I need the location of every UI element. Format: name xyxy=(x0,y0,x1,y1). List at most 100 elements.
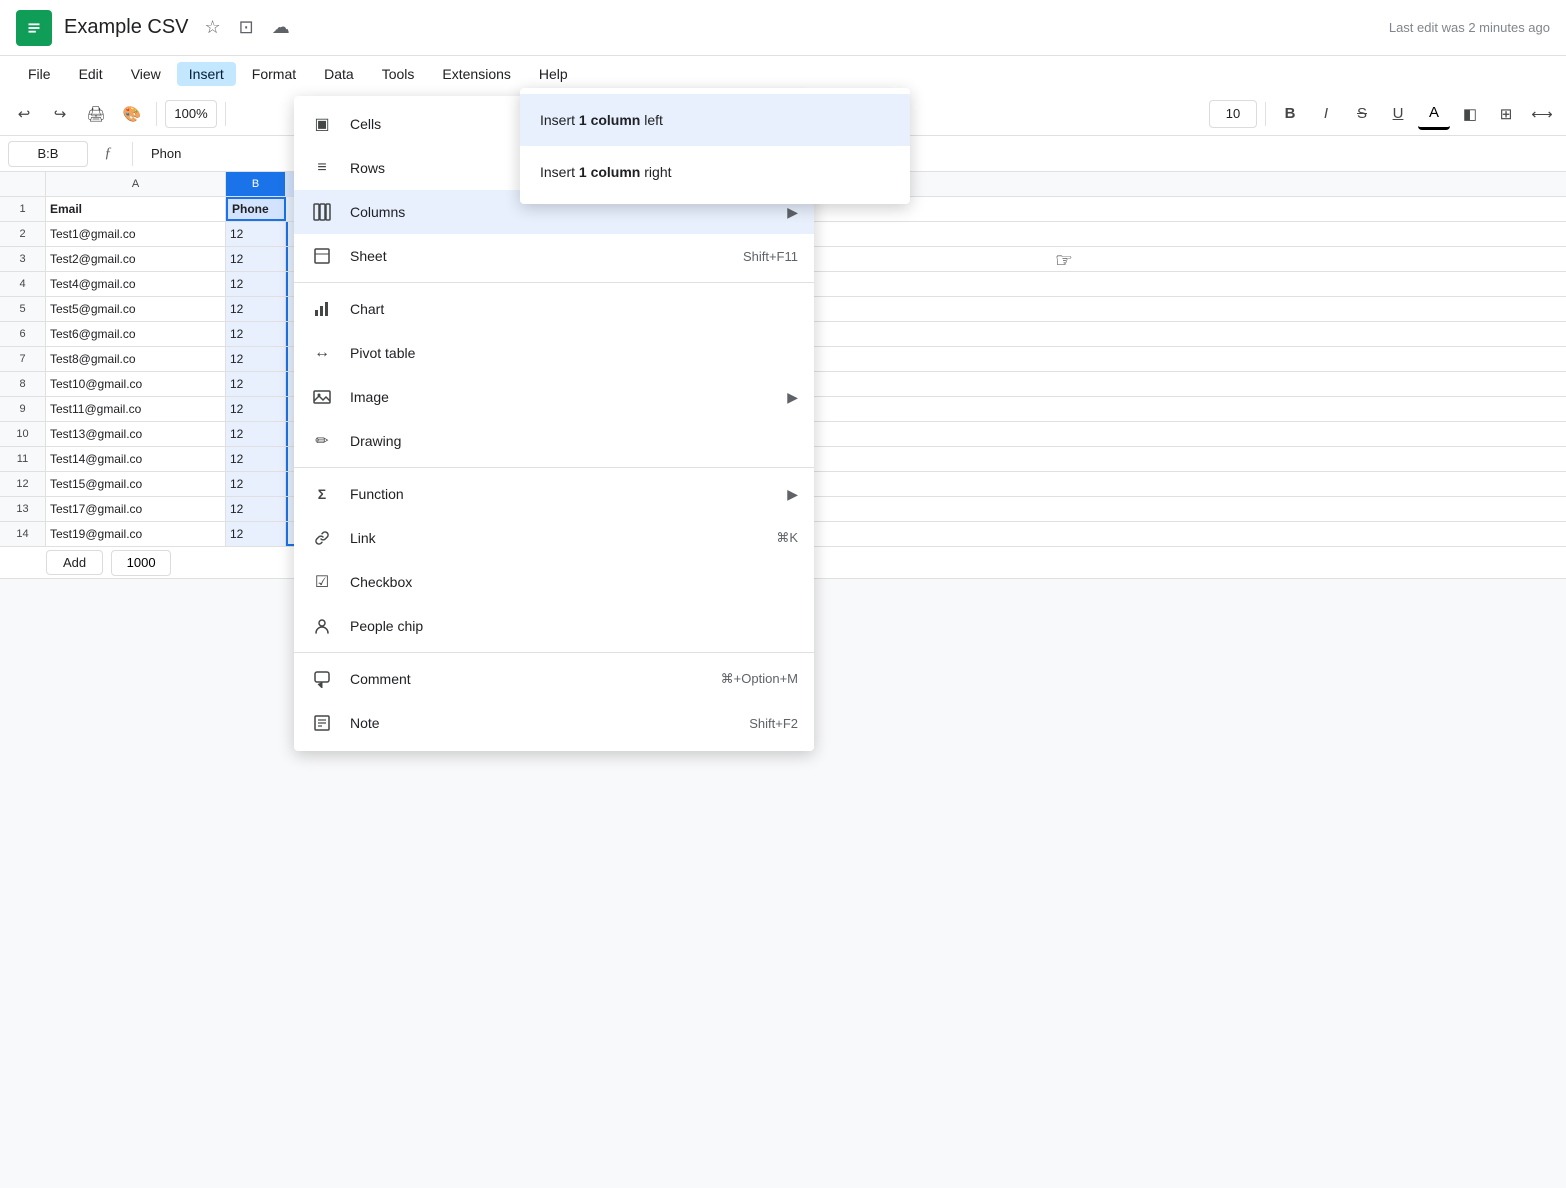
cell-a12[interactable]: Test15@gmail.co xyxy=(46,472,226,496)
function-arrow: ▶ xyxy=(787,486,798,503)
menu-file[interactable]: File xyxy=(16,62,63,86)
formula-function-icon[interactable]: ƒ xyxy=(94,140,122,168)
row-header-4[interactable]: 4 xyxy=(0,272,45,297)
menu-item-drawing[interactable]: ✏ Drawing xyxy=(294,419,814,463)
cell-a14[interactable]: Test19@gmail.co xyxy=(46,522,226,546)
row-header-6[interactable]: 6 xyxy=(0,322,45,347)
underline-button[interactable]: U xyxy=(1382,98,1414,130)
menu-insert[interactable]: Insert xyxy=(177,62,236,86)
cell-a2[interactable]: Test1@gmail.co xyxy=(46,222,226,246)
row-header-9[interactable]: 9 xyxy=(0,397,45,422)
cell-b8[interactable]: 12 xyxy=(226,372,286,396)
checkbox-label: Checkbox xyxy=(350,574,798,590)
row-header-10[interactable]: 10 xyxy=(0,422,45,447)
cell-b12[interactable]: 12 xyxy=(226,472,286,496)
columns-label: Columns xyxy=(350,204,787,220)
row-header-14[interactable]: 14 xyxy=(0,522,45,547)
fill-color-button[interactable]: ◧ xyxy=(1454,98,1486,130)
cells-icon: ▣ xyxy=(310,112,334,136)
cell-a9[interactable]: Test11@gmail.co xyxy=(46,397,226,421)
menu-help[interactable]: Help xyxy=(527,62,580,86)
cell-b1[interactable]: Phone xyxy=(226,197,286,221)
divider-3 xyxy=(294,652,814,653)
cell-b4[interactable]: 12 xyxy=(226,272,286,296)
cell-b9[interactable]: 12 xyxy=(226,397,286,421)
cell-a10[interactable]: Test13@gmail.co xyxy=(46,422,226,446)
cell-b14[interactable]: 12 xyxy=(226,522,286,546)
star-icon[interactable]: ☆ xyxy=(201,13,225,42)
submenu-insert-col-right[interactable]: Insert 1 column right xyxy=(520,146,910,198)
italic-button[interactable]: I xyxy=(1310,98,1342,130)
cell-reference-box[interactable]: B:B xyxy=(8,141,88,167)
cell-a8[interactable]: Test10@gmail.co xyxy=(46,372,226,396)
col-header-b[interactable]: B xyxy=(226,172,286,196)
row-header-2[interactable]: 2 xyxy=(0,222,45,247)
link-icon xyxy=(310,526,334,550)
strikethrough-button[interactable]: S xyxy=(1346,98,1378,130)
print-button[interactable]: 🖨 xyxy=(80,98,112,130)
row-header-1[interactable]: 1 xyxy=(0,197,45,222)
menu-item-link[interactable]: Link ⌘K xyxy=(294,516,814,560)
cell-b3[interactable]: 12 xyxy=(226,247,286,271)
cell-b7[interactable]: 12 xyxy=(226,347,286,371)
row-header-11[interactable]: 11 xyxy=(0,447,45,472)
menu-view[interactable]: View xyxy=(119,62,173,86)
menu-item-function[interactable]: Σ Function ▶ xyxy=(294,472,814,516)
add-button[interactable]: Add xyxy=(46,550,103,575)
cell-a13[interactable]: Test17@gmail.co xyxy=(46,497,226,521)
zoom-input[interactable] xyxy=(165,100,217,128)
note-shortcut: Shift+F2 xyxy=(749,716,798,731)
menu-item-note[interactable]: Note Shift+F2 xyxy=(294,701,814,745)
cell-b6[interactable]: 12 xyxy=(226,322,286,346)
menu-edit[interactable]: Edit xyxy=(67,62,115,86)
row-header-7[interactable]: 7 xyxy=(0,347,45,372)
row-header-5[interactable]: 5 xyxy=(0,297,45,322)
menu-item-image[interactable]: Image ▶ xyxy=(294,375,814,419)
submenu-insert-col-left[interactable]: Insert 1 column left xyxy=(520,94,910,146)
redo-button[interactable]: ↪ xyxy=(44,98,76,130)
row-header-13[interactable]: 13 xyxy=(0,497,45,522)
cell-b11[interactable]: 12 xyxy=(226,447,286,471)
menu-tools[interactable]: Tools xyxy=(370,62,427,86)
cell-b2[interactable]: 12 xyxy=(226,222,286,246)
borders-button[interactable]: ⊞ xyxy=(1490,98,1522,130)
text-color-button[interactable]: A xyxy=(1418,98,1450,130)
cell-a7[interactable]: Test8@gmail.co xyxy=(46,347,226,371)
menu-data[interactable]: Data xyxy=(312,62,366,86)
merge-button[interactable]: ⟷ xyxy=(1526,98,1558,130)
row-header-12[interactable]: 12 xyxy=(0,472,45,497)
menu-item-chart[interactable]: Chart xyxy=(294,287,814,331)
menu-item-people[interactable]: People chip xyxy=(294,604,814,648)
undo-button[interactable]: ↩ xyxy=(8,98,40,130)
cell-a1[interactable]: Email xyxy=(46,197,226,221)
menu-item-sheet[interactable]: Sheet Shift+F11 xyxy=(294,234,814,278)
cell-a6[interactable]: Test6@gmail.co xyxy=(46,322,226,346)
toolbar-separator-1 xyxy=(156,102,157,126)
paint-format-button[interactable]: 🎨 xyxy=(116,98,148,130)
note-icon xyxy=(310,711,334,735)
add-count-input[interactable] xyxy=(111,550,171,576)
doc-title: Example CSV xyxy=(64,16,189,39)
menu-bar: File Edit View Insert Format Data Tools … xyxy=(0,56,1566,92)
menu-extensions[interactable]: Extensions xyxy=(430,62,522,86)
menu-format[interactable]: Format xyxy=(240,62,308,86)
cell-b10[interactable]: 12 xyxy=(226,422,286,446)
cell-a11[interactable]: Test14@gmail.co xyxy=(46,447,226,471)
menu-item-pivot[interactable]: ↔ Pivot table xyxy=(294,331,814,375)
comment-shortcut: ⌘+Option+M xyxy=(721,671,798,687)
cell-a3[interactable]: Test2@gmail.co xyxy=(46,247,226,271)
menu-item-checkbox[interactable]: ☑ Checkbox xyxy=(294,560,814,604)
columns-icon xyxy=(310,200,334,224)
cell-b13[interactable]: 12 xyxy=(226,497,286,521)
cell-a5[interactable]: Test5@gmail.co xyxy=(46,297,226,321)
font-size-input[interactable] xyxy=(1209,100,1257,128)
cell-b5[interactable]: 12 xyxy=(226,297,286,321)
row-header-8[interactable]: 8 xyxy=(0,372,45,397)
menu-item-comment[interactable]: Comment ⌘+Option+M xyxy=(294,657,814,701)
bold-button[interactable]: B xyxy=(1274,98,1306,130)
cloud-icon[interactable]: ☁ xyxy=(268,13,294,42)
row-header-3[interactable]: 3 xyxy=(0,247,45,272)
folder-icon[interactable]: ⊡ xyxy=(235,13,258,42)
col-header-a[interactable]: A xyxy=(46,172,226,196)
cell-a4[interactable]: Test4@gmail.co xyxy=(46,272,226,296)
